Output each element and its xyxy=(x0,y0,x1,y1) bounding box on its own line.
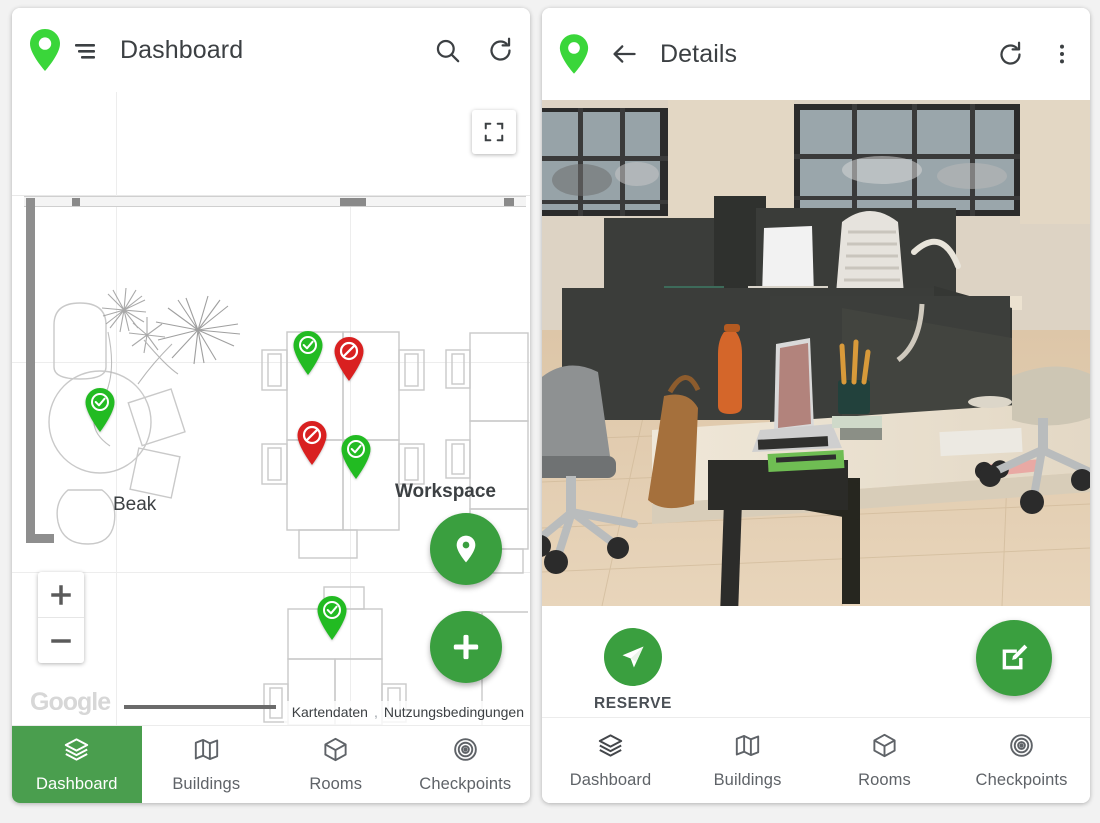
target-icon xyxy=(452,736,479,768)
refresh-icon[interactable] xyxy=(487,37,514,64)
target-icon xyxy=(1008,732,1035,764)
map-scale-bar xyxy=(124,705,276,709)
workspace-fab-label: Workspace xyxy=(394,481,496,502)
nav-item-rooms[interactable]: Rooms xyxy=(816,718,953,803)
dashboard-appbar: Dashboard xyxy=(12,8,530,92)
workspace-fab[interactable] xyxy=(430,513,502,585)
workspace-photo xyxy=(542,100,1090,606)
edit-fab[interactable] xyxy=(976,620,1052,696)
cube-icon xyxy=(322,736,349,768)
refresh-icon[interactable] xyxy=(997,41,1024,68)
nav-item-dashboard[interactable]: Dashboard xyxy=(12,726,142,803)
map-pin-logo-icon xyxy=(28,28,62,72)
zoom-out-button[interactable] xyxy=(38,618,84,663)
map-attribution: Kartendaten , Nutzungsbedingungen xyxy=(283,701,530,725)
layers-icon xyxy=(597,732,624,764)
nav-item-buildings[interactable]: Buildings xyxy=(679,718,816,803)
add-fab[interactable] xyxy=(430,611,502,683)
map-icon xyxy=(734,732,761,764)
search-icon[interactable] xyxy=(434,37,461,64)
map-marker-occupied[interactable] xyxy=(332,336,366,382)
details-bottom-nav: Dashboard Buildings Rooms Checkpoints xyxy=(542,717,1090,803)
plan-label-beak: Beak xyxy=(113,494,157,515)
map-pin-logo-icon xyxy=(558,33,590,75)
map-marker-available[interactable] xyxy=(339,434,373,480)
floorplan-map[interactable]: Beak Google Kartendaten , Nutzungsbeding… xyxy=(12,92,530,725)
attribution-terms[interactable]: Nutzungsbedingungen xyxy=(384,704,524,720)
map-marker-occupied[interactable] xyxy=(295,420,329,466)
google-watermark: Google xyxy=(30,688,111,716)
screenshot-root: Dashboard Beak Google Kartendaten , Nutz… xyxy=(0,0,1100,823)
zoom-in-button[interactable] xyxy=(38,572,84,617)
map-marker-available[interactable] xyxy=(315,595,349,641)
arrow-left-icon[interactable] xyxy=(610,40,638,68)
page-title: Dashboard xyxy=(120,35,244,64)
reserve-button[interactable]: RESERVE xyxy=(594,628,672,713)
map-zoom-controls[interactable] xyxy=(38,572,84,663)
cube-icon xyxy=(871,732,898,764)
dashboard-screen: Dashboard Beak Google Kartendaten , Nutz… xyxy=(12,8,530,803)
attribution-separator: , xyxy=(373,704,378,720)
send-icon xyxy=(604,628,662,686)
nav-label-buildings: Buildings xyxy=(172,774,241,793)
nav-label-dashboard: Dashboard xyxy=(569,770,652,789)
nav-label-rooms: Rooms xyxy=(858,770,911,789)
reserve-label: RESERVE xyxy=(594,695,672,712)
nav-item-buildings[interactable]: Buildings xyxy=(142,726,272,803)
map-icon xyxy=(193,736,220,768)
nav-item-dashboard[interactable]: Dashboard xyxy=(542,718,679,803)
details-action-row: RESERVE xyxy=(542,606,1090,717)
layers-icon xyxy=(63,736,90,768)
details-appbar: Details xyxy=(542,8,1090,100)
sort-lines-icon[interactable] xyxy=(72,40,98,60)
nav-item-checkpoints[interactable]: Checkpoints xyxy=(401,726,531,803)
nav-item-rooms[interactable]: Rooms xyxy=(271,726,401,803)
map-marker-available[interactable] xyxy=(291,330,325,376)
page-title: Details xyxy=(660,39,738,68)
map-marker-available[interactable] xyxy=(83,387,117,433)
nav-item-checkpoints[interactable]: Checkpoints xyxy=(953,718,1090,803)
details-screen: Details RESERVE Dashboard Buildings Room… xyxy=(542,8,1090,803)
nav-label-buildings: Buildings xyxy=(713,770,782,789)
nav-label-checkpoints: Checkpoints xyxy=(419,774,512,793)
nav-label-rooms: Rooms xyxy=(309,774,363,793)
attribution-map-data[interactable]: Kartendaten xyxy=(292,704,368,720)
nav-label-checkpoints: Checkpoints xyxy=(975,770,1068,789)
dashboard-bottom-nav: Dashboard Buildings Rooms Checkpoints xyxy=(12,725,530,803)
nav-label-dashboard: Dashboard xyxy=(35,774,118,793)
more-vertical-icon[interactable] xyxy=(1050,42,1074,66)
